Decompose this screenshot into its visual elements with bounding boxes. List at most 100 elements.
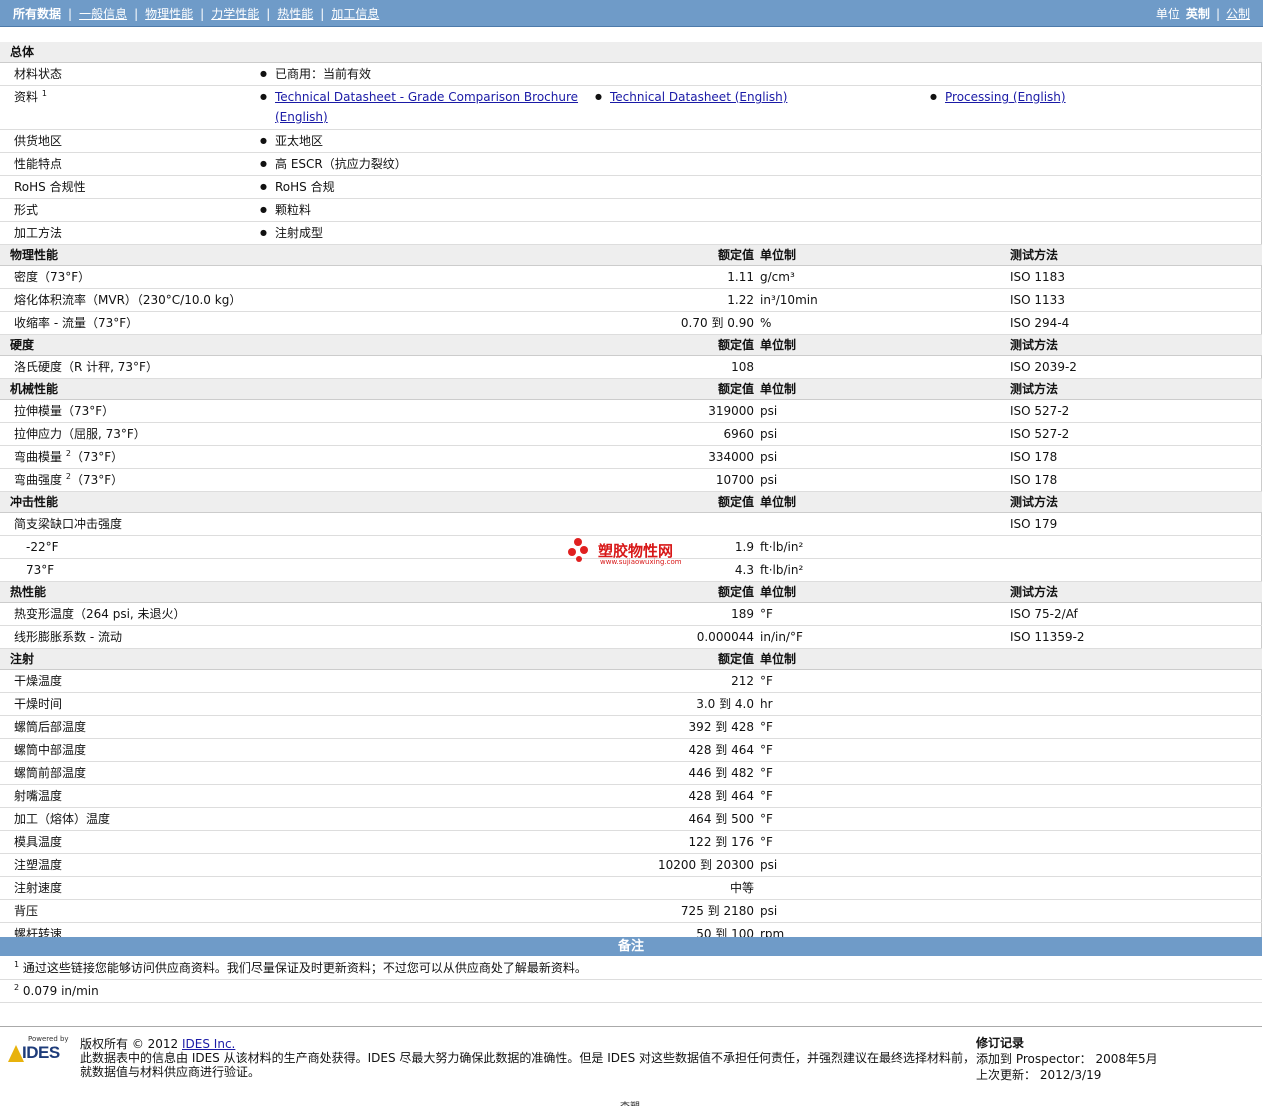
- test-method: ISO 179: [1010, 517, 1058, 531]
- watermark-dot-icon: [574, 538, 582, 546]
- note-text: 1 通过这些链接您能够访问供应商资料。我们尽量保证及时更新资料；不过您可以从供应…: [14, 960, 587, 976]
- data-row: 干燥时间 3.0 到 4.0 hr: [0, 693, 1262, 716]
- property-value: 392 到 428: [688, 720, 754, 734]
- property-value: 0.70 到 0.90: [680, 316, 754, 330]
- property-unit: ft·lb/in²: [760, 563, 804, 577]
- unit-metric-link[interactable]: 公制: [1223, 5, 1253, 22]
- unit-separator: |: [1215, 6, 1220, 21]
- property-unit: °F: [760, 607, 773, 621]
- property-unit: in/in/°F: [760, 630, 803, 644]
- section-header-impact: 冲击性能 额定值 单位制 测试方法: [0, 492, 1262, 513]
- property-unit: ft·lb/in²: [760, 540, 804, 554]
- data-row: 螺筒后部温度 392 到 428 °F: [0, 716, 1262, 739]
- property-value: 446 到 482: [688, 766, 754, 780]
- property-label: 螺筒后部温度: [14, 720, 87, 734]
- property-value: 108: [731, 360, 754, 374]
- test-method: ISO 178: [1010, 473, 1058, 487]
- data-row: 弯曲模量 2（73°F） 334000 psi ISO 178: [0, 446, 1262, 469]
- ides-logo: Powered by IDES: [8, 1035, 72, 1063]
- data-row: 线形膨胀系数 - 流动 0.000044 in/in/°F ISO 11359-…: [0, 626, 1262, 649]
- data-row: 模具温度 122 到 176 °F: [0, 831, 1262, 854]
- property-value: 725 到 2180: [680, 904, 754, 918]
- tab-physical[interactable]: 物理性能: [140, 5, 198, 22]
- property-unit: °F: [760, 835, 773, 849]
- col-header-unit: 单位制: [760, 652, 797, 666]
- data-row: 背压 725 到 2180 psi: [0, 900, 1262, 923]
- property-value: 10700: [715, 473, 754, 487]
- row-rohs: RoHS 合规性 RoHS 合规: [0, 176, 1262, 199]
- watermark-dot-icon: [576, 556, 582, 562]
- property-label: 热变形温度（264 psi, 未退火）: [14, 607, 186, 621]
- col-header-method: 测试方法: [1010, 495, 1059, 509]
- data-row: 拉伸应力（屈服, 73°F） 6960 psi ISO 527-2: [0, 423, 1262, 446]
- data-row: 拉伸模量（73°F） 319000 psi ISO 527-2: [0, 400, 1262, 423]
- row-material-status: 材料状态 已商用：当前有效: [0, 63, 1262, 86]
- property-label: 干燥温度: [14, 674, 63, 688]
- watermark-url: www.sujiaowuxing.com: [600, 558, 682, 566]
- top-nav-bar: 所有数据 | 一般信息 | 物理性能 | 力学性能 | 热性能 | 加工信息 单…: [0, 0, 1263, 27]
- section-title: 总体: [10, 45, 35, 59]
- test-method: ISO 527-2: [1010, 427, 1070, 441]
- tab-all-data[interactable]: 所有数据: [8, 5, 66, 22]
- section-title: 硬度: [10, 338, 35, 352]
- property-unit: psi: [760, 404, 778, 418]
- property-unit: psi: [760, 858, 778, 872]
- row-form: 形式 颗粒料: [0, 199, 1262, 222]
- property-value: 319000: [708, 404, 754, 418]
- data-row: 注塑温度 10200 到 20300 psi: [0, 854, 1262, 877]
- bullet-value: 高 ESCR（抗应力裂纹）: [260, 153, 407, 175]
- bottom-text: 查塑: [620, 1098, 640, 1106]
- col-header-rated: 额定值: [717, 585, 754, 599]
- property-unit: °F: [760, 789, 773, 803]
- test-method: ISO 527-2: [1010, 404, 1070, 418]
- unit-switcher: 单位 英制 | 公制: [1153, 5, 1253, 22]
- property-label: 洛氏硬度（R 计秤, 73°F）: [14, 360, 158, 374]
- data-row: 螺筒中部温度 428 到 464 °F: [0, 739, 1262, 762]
- property-label: 干燥时间: [14, 697, 63, 711]
- property-label: 射嘴温度: [14, 789, 63, 803]
- data-row: 熔化体积流率（MVR）（230°C/10.0 kg） 1.22 in³/10mi…: [0, 289, 1262, 312]
- property-label: 简支梁缺口冲击强度: [14, 517, 123, 531]
- col-header-method: 测试方法: [1010, 248, 1059, 262]
- condition-label: 73°F: [26, 563, 55, 577]
- property-value: 1.11: [727, 270, 754, 284]
- bullet-value: 亚太地区: [260, 130, 323, 152]
- col-header-unit: 单位制: [760, 585, 797, 599]
- ides-link[interactable]: IDES Inc.: [182, 1037, 235, 1051]
- property-value: 464 到 500: [688, 812, 754, 826]
- test-method: ISO 75-2/Af: [1010, 607, 1078, 621]
- tab-general-info[interactable]: 一般信息: [74, 5, 132, 22]
- tab-separator: |: [68, 6, 73, 21]
- property-unit: psi: [760, 450, 778, 464]
- property-value: 212: [731, 674, 754, 688]
- col-header-rated: 额定值: [717, 652, 754, 666]
- property-value: 189: [731, 607, 754, 621]
- doc-link-grade-comparison[interactable]: Technical Datasheet - Grade Comparison B…: [260, 87, 578, 127]
- tab-processing[interactable]: 加工信息: [326, 5, 384, 22]
- data-row: 简支梁缺口冲击强度 ISO 179: [0, 513, 1262, 536]
- data-row: 收缩率 - 流量（73°F） 0.70 到 0.90 % ISO 294-4: [0, 312, 1262, 335]
- property-label: 螺筒中部温度: [14, 743, 87, 757]
- note-item: 1 通过这些链接您能够访问供应商资料。我们尽量保证及时更新资料；不过您可以从供应…: [0, 957, 1262, 980]
- data-row: 注射速度 中等: [0, 877, 1262, 900]
- tab-mechanical[interactable]: 力学性能: [206, 5, 264, 22]
- test-method: ISO 1133: [1010, 293, 1065, 307]
- property-label: 螺筒前部温度: [14, 766, 87, 780]
- test-method: ISO 1183: [1010, 270, 1065, 284]
- property-unit: psi: [760, 427, 778, 441]
- datasheet-table: 总体 材料状态 已商用：当前有效 资料 1 Technical Datashee…: [0, 42, 1262, 946]
- property-label: 密度（73°F）: [14, 270, 91, 284]
- property-label: 拉伸应力（屈服, 73°F）: [14, 427, 146, 441]
- tab-separator: |: [200, 6, 205, 21]
- tab-thermal[interactable]: 热性能: [272, 5, 318, 22]
- section-header-injection: 注射 额定值 单位制: [0, 649, 1262, 670]
- property-unit: °F: [760, 812, 773, 826]
- property-value: 10200 到 20300: [658, 858, 754, 872]
- col-header-unit: 单位制: [760, 248, 797, 262]
- property-label: 拉伸模量（73°F）: [14, 404, 115, 418]
- doc-link-technical-datasheet[interactable]: Technical Datasheet (English): [595, 87, 787, 107]
- property-label: 注射速度: [14, 881, 63, 895]
- doc-link-processing[interactable]: Processing (English): [930, 87, 1066, 107]
- property-label: 弯曲强度 2（73°F）: [14, 472, 124, 488]
- watermark-dot-icon: [580, 546, 588, 554]
